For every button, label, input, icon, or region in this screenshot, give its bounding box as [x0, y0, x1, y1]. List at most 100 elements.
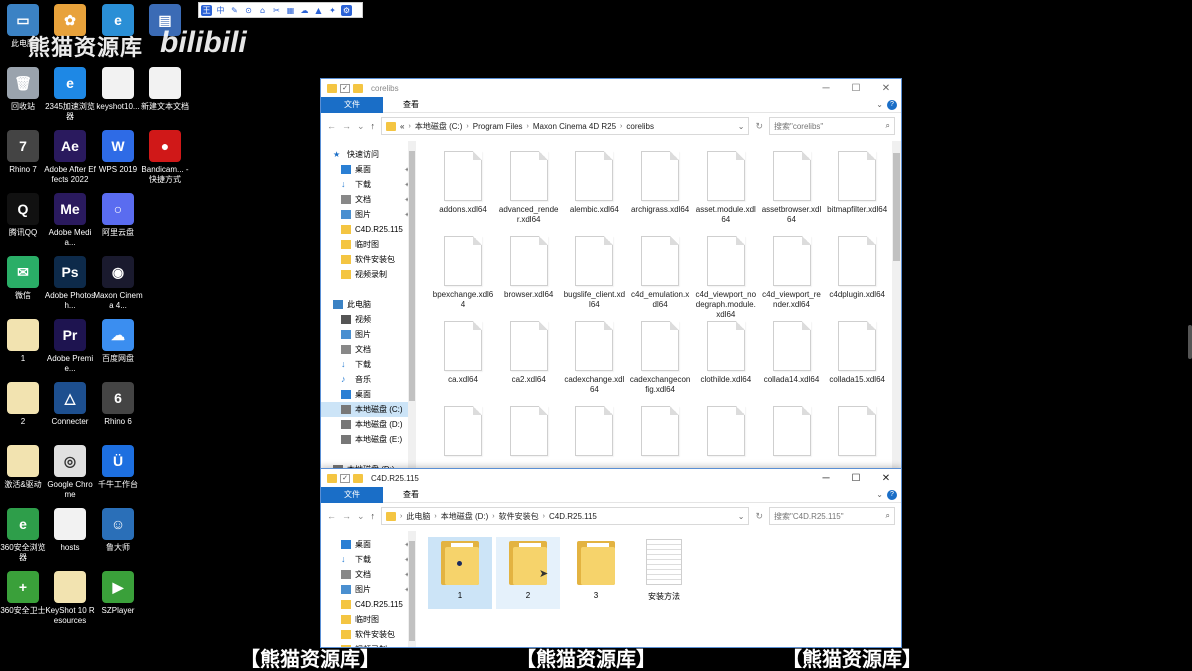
content-scrollbar[interactable]	[892, 141, 901, 469]
breadcrumb-separator-icon[interactable]: ›	[543, 513, 545, 520]
file-item[interactable]: c4dplugin.xdl64	[826, 236, 888, 300]
tab-file[interactable]: 文件	[321, 486, 383, 503]
breadcrumb-separator-icon[interactable]: ›	[434, 513, 436, 520]
nav-item[interactable]: 此电脑	[321, 297, 416, 312]
nav-item[interactable]: 本地磁盘 (D:)	[321, 417, 416, 432]
toolbar-icon[interactable]: ✦	[327, 5, 338, 16]
breadcrumb-item[interactable]: Maxon Cinema 4D R25	[533, 122, 616, 131]
file-item[interactable]: c4d_emulation.xdl64	[629, 236, 691, 310]
file-item[interactable]: bugslife_client.xdl64	[563, 236, 625, 310]
toolbar-icon[interactable]: ⊙	[243, 5, 254, 16]
desktop-icon[interactable]: ◎ Google Chrome	[44, 445, 96, 500]
new-folder-icon[interactable]	[353, 83, 363, 93]
nav-item[interactable]: 本地磁盘 (E:)	[321, 432, 416, 447]
nav-scrollbar[interactable]	[408, 531, 416, 647]
toolbar-icon[interactable]: ⚙	[341, 4, 352, 16]
up-arrow-icon[interactable]: ↑	[371, 121, 376, 131]
desktop-icon[interactable]: hosts	[44, 508, 96, 553]
breadcrumb-separator-icon[interactable]: ›	[492, 513, 494, 520]
breadcrumb-item[interactable]: corelibs	[626, 122, 654, 131]
file-item[interactable]: alembic.xdl64	[563, 151, 625, 215]
tab-view[interactable]: 查看	[393, 487, 429, 503]
desktop-icon[interactable]: Me Adobe Media...	[44, 193, 96, 248]
file-item[interactable]: cadexchangeconfig.xdl64	[629, 321, 691, 395]
maximize-button[interactable]: ☐	[841, 83, 871, 94]
file-item[interactable]: c4d_viewport_render.xdl64	[761, 236, 823, 310]
desktop-icon[interactable]: ☁ 百度网盘	[92, 319, 144, 364]
address-bar[interactable]: « › 本地磁盘 (C:) › Program Files › Maxon Cinema …	[381, 117, 750, 135]
file-item[interactable]: advanced_render.xdl64	[498, 151, 560, 225]
nav-item[interactable]: 桌面✦	[321, 162, 416, 177]
toolbar-icon[interactable]: 中	[215, 5, 226, 16]
nav-item[interactable]: 临时图	[321, 612, 416, 627]
search-box[interactable]: ⌕	[769, 117, 895, 135]
desktop-icon[interactable]: ○ 阿里云盘	[92, 193, 144, 238]
toolbar-icon[interactable]: ✎	[229, 5, 240, 16]
file-item[interactable]: addons.xdl64	[432, 151, 494, 215]
nav-item[interactable]: ↓下载✦	[321, 552, 416, 567]
nav-item[interactable]: 图片✦	[321, 207, 416, 222]
breadcrumb-item[interactable]: 本地磁盘 (C:)	[415, 121, 463, 132]
toolbar-icon[interactable]: ⌂	[257, 5, 268, 16]
nav-item[interactable]: C4D.R25.115	[321, 597, 416, 612]
file-item[interactable]	[432, 406, 494, 460]
forward-arrow-icon[interactable]: →	[342, 121, 351, 131]
desktop-icon[interactable]: keyshot10...	[92, 67, 144, 112]
minimize-button[interactable]: ─	[811, 83, 841, 94]
help-icon[interactable]: ?	[887, 99, 897, 110]
breadcrumb-separator-icon[interactable]: ›	[527, 123, 529, 130]
toolbar-icon[interactable]: ▲	[313, 5, 324, 16]
refresh-icon[interactable]: ↻	[755, 121, 763, 132]
breadcrumb-separator-icon[interactable]: ›	[466, 123, 468, 130]
file-item[interactable]	[498, 406, 560, 460]
desktop-icon[interactable]: e 360安全浏览器	[0, 508, 49, 563]
toolbar-icon[interactable]: 王	[201, 4, 212, 16]
breadcrumb-item[interactable]: 本地磁盘 (D:)	[441, 511, 489, 522]
nav-item[interactable]: 文档	[321, 342, 416, 357]
nav-item[interactable]: 文档✦	[321, 567, 416, 582]
address-dropdown-icon[interactable]: ⌄	[738, 122, 745, 131]
nav-item[interactable]: ↓ 下载	[321, 357, 416, 372]
tab-file[interactable]: 文件	[321, 96, 383, 113]
desktop-icon[interactable]: ◉ Maxon Cinema 4...	[92, 256, 144, 311]
new-folder-icon[interactable]	[353, 473, 363, 483]
nav-item[interactable]: 软件安装包	[321, 627, 416, 642]
back-arrow-icon[interactable]: ←	[327, 121, 336, 131]
nav-item[interactable]: 图片	[321, 327, 416, 342]
toolbar-icon[interactable]: ✂	[271, 5, 282, 16]
folder-item[interactable]: 1	[428, 537, 492, 609]
title-bar[interactable]: ✓ corelibs ─ ☐ ✕	[321, 79, 901, 97]
file-item[interactable]: bitmapfilter.xdl64	[826, 151, 888, 215]
properties-icon[interactable]: ✓	[340, 83, 350, 93]
file-item[interactable]: clothilde.xdl64	[695, 321, 757, 385]
desktop-icon[interactable]: 🗑 回收站	[0, 67, 49, 112]
file-item[interactable]: c4d_viewport_nodegraph.module.xdl64	[695, 236, 757, 320]
file-item[interactable]: archigrass.xdl64	[629, 151, 691, 215]
nav-item[interactable]: 本地磁盘 (C:)	[321, 402, 416, 417]
file-item[interactable]: cadexchange.xdl64	[563, 321, 625, 395]
properties-icon[interactable]: ✓	[340, 473, 350, 483]
address-overflow[interactable]: «	[400, 122, 404, 131]
desktop-icon[interactable]: ● Bandicam... - 快捷方式	[139, 130, 191, 185]
nav-item[interactable]: ♪ 音乐	[321, 372, 416, 387]
expand-ribbon-icon[interactable]: ⌄	[876, 490, 883, 499]
desktop-icon[interactable]: 2	[0, 382, 49, 427]
forward-arrow-icon[interactable]: →	[342, 511, 351, 521]
tab-view[interactable]: 查看	[393, 97, 429, 113]
nav-item[interactable]: 桌面✦	[321, 537, 416, 552]
address-dropdown-icon[interactable]: ⌄	[738, 512, 745, 521]
desktop-icon[interactable]: +360安全卫士	[0, 571, 49, 616]
nav-item[interactable]: 桌面	[321, 387, 416, 402]
desktop-icon[interactable]: ☺ 鲁大师	[92, 508, 144, 553]
file-item[interactable]: ca2.xdl64	[498, 321, 560, 385]
desktop-icon[interactable]: ✉ 微信	[0, 256, 49, 301]
desktop-icon[interactable]: 6 Rhino 6	[92, 382, 144, 427]
recent-chevron-icon[interactable]: ⌄	[357, 511, 365, 522]
toolbar-icon[interactable]: ▦	[285, 5, 296, 16]
file-item[interactable]	[563, 406, 625, 460]
nav-item[interactable]: ★ 快速访问	[321, 147, 416, 162]
nav-item[interactable]: 视频	[321, 312, 416, 327]
refresh-icon[interactable]: ↻	[755, 511, 763, 522]
folder-item[interactable]: ➤ 2	[496, 537, 560, 609]
title-bar[interactable]: ✓ C4D.R25.115 ─ ☐ ✕	[321, 469, 901, 487]
